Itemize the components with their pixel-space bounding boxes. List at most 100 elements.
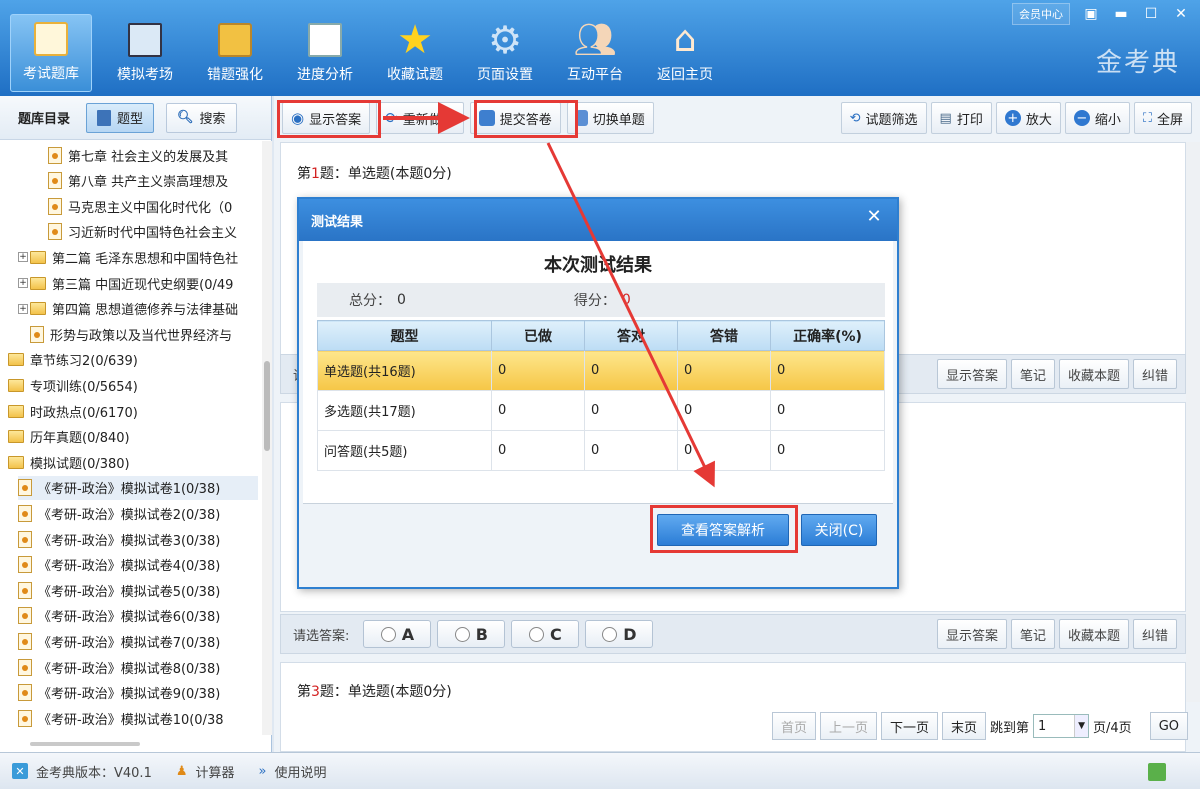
nav-item-2[interactable]: 错题强化 [190,14,280,92]
stats-icon[interactable] [1148,763,1166,781]
option-a-radio[interactable]: A [363,620,432,648]
submit-button[interactable]: 提交答卷 [469,102,561,134]
close-dialog-button[interactable]: 关闭(C) [801,514,877,546]
expand-icon[interactable]: + [18,303,28,314]
tree-item[interactable]: + 第二篇 毛泽东思想和中国特色社 [18,245,238,269]
nav-item-5[interactable]: ⚙ 页面设置 [460,14,550,92]
document-icon [18,607,32,625]
expand-icon[interactable]: + [18,252,28,263]
tree-item[interactable]: 马克思主义中国化时代化（0 [48,194,232,218]
lock-book-icon [215,20,255,60]
tree-item[interactable]: 章节练习2(0/639) [8,348,138,372]
tree-item[interactable]: 《考研-政治》模拟试卷2(0/38) [18,501,220,525]
tree-item[interactable]: 《考研-政治》模拟试卷4(0/38) [18,553,220,577]
go-button[interactable]: GO [1149,712,1188,740]
option-c-radio[interactable]: C [511,620,580,648]
fullscreen-icon: ⛶ [1142,110,1152,126]
tree-item[interactable]: 习近新时代中国特色社会主义 [48,220,237,244]
result-cell: 0 [770,390,885,431]
filter-button[interactable]: ⟲ 试题筛选 [840,102,927,134]
book-icon [97,109,112,126]
tree-item[interactable]: 《考研-政治》模拟试卷10(0/38 [18,706,224,730]
note-q1-button[interactable]: 笔记 [1010,359,1055,389]
note-q2-button[interactable]: 笔记 [1010,619,1055,649]
favorite-q2-button[interactable]: 收藏本题 [1058,619,1129,649]
result-row: 多选题(共17题) 0 0 0 0 [317,390,885,431]
nav-item-3[interactable]: 进度分析 [280,14,370,92]
page-select[interactable]: 1 ▼ [1033,714,1090,738]
document-icon [30,325,44,343]
option-b-radio[interactable]: B [437,620,506,648]
view-analysis-button[interactable]: 查看答案解析 [657,514,789,546]
dialog-close-icon[interactable]: ✕ [859,205,889,227]
tree-item[interactable]: 第八章 共产主义崇高理想及 [48,169,228,193]
next-page-button[interactable]: 下一页 [880,712,938,740]
show-answer-button[interactable]: ◉ 显示答案 [282,102,371,134]
nav-item-1[interactable]: 模拟考场 [100,14,190,92]
print-button[interactable]: ▤ 打印 [930,102,992,134]
report-error-q2-button[interactable]: 纠错 [1132,619,1177,649]
fullscreen-label: 全屏 [1156,112,1183,128]
tree-item[interactable]: 《考研-政治》模拟试卷7(0/38) [18,629,220,653]
calculator-button[interactable]: ♟ 计算器 [164,762,247,781]
tree-item[interactable]: 模拟试题(0/380) [8,450,130,474]
result-panel: 本次测试结果 总分： 0 得分： 0 题型 已做 答对 答错 正确率(%) 单选… [303,241,893,503]
tree-item[interactable]: 时政热点(0/6170) [8,399,138,423]
app-logo-icon: ✕ [12,763,28,779]
tree-scrollbar[interactable] [262,141,272,735]
favorite-q1-button[interactable]: 收藏本题 [1058,359,1129,389]
tree-item[interactable]: + 第三篇 中国近现代史纲要(0/49 [18,271,233,295]
type-view-button[interactable]: 题型 [86,102,155,133]
dialog-body: 本次测试结果 总分： 0 得分： 0 题型 已做 答对 答错 正确率(%) 单选… [299,241,897,587]
show-answer-q1-button[interactable]: 显示答案 [936,359,1007,389]
switch-single-button[interactable]: 切换单题 [566,102,654,134]
tree-item-label: 时政热点(0/6170) [30,405,138,421]
zoom-in-button[interactable]: + 放大 [995,102,1061,134]
tree-item[interactable]: 《考研-政治》模拟试卷6(0/38) [18,604,220,628]
tree-hscrollbar[interactable] [30,742,140,746]
tree-item[interactable]: 《考研-政治》模拟试卷5(0/38) [18,578,220,602]
nav-item-0[interactable]: 考试题库 [10,14,92,92]
folder-icon [8,353,24,367]
fullscreen-button[interactable]: ⛶ 全屏 [1133,102,1192,134]
tree-item[interactable]: 专项训练(0/5654) [8,373,138,397]
filter-icon: ⟲ [849,110,861,126]
nav-item-4[interactable]: ★ 收藏试题 [370,14,460,92]
tree-item[interactable]: 《考研-政治》模拟试卷1(0/38) [18,475,258,500]
last-page-button[interactable]: 末页 [942,712,987,740]
tree-item[interactable]: 《考研-政治》模拟试卷9(0/38) [18,681,220,705]
minimize-icon[interactable]: ▬ [1106,3,1136,25]
manual-link[interactable]: » 使用说明 [247,762,339,781]
show-answer-q2-button[interactable]: 显示答案 [936,619,1007,649]
result-table: 题型 已做 答对 答错 正确率(%) 单选题(共16题) 0 0 0 0 多选题(共17题… [317,320,885,471]
chevron-down-icon: ▼ [1074,715,1089,737]
tree-item[interactable]: 第七章 社会主义的发展及其 [48,143,228,167]
document-icon [48,223,62,241]
nav-item-7[interactable]: ⌂ 返回主页 [640,14,730,92]
tree-item[interactable]: + 第四篇 思想道德修养与法律基础 [18,297,238,321]
result-cell: 0 [677,350,771,391]
redo-button[interactable]: ⟳ 重新做题 [376,102,464,134]
maximize-icon[interactable]: ☐ [1136,3,1166,25]
search-button[interactable]: 🔍︎ 搜索 [166,102,237,133]
eye-icon: ◉ [291,109,305,127]
skin-icon[interactable]: ▣ [1076,3,1106,25]
report-error-q1-button[interactable]: 纠错 [1132,359,1177,389]
version-info: ✕ 金考典版本：V40.1 [0,762,164,781]
option-d-radio[interactable]: D [585,620,654,648]
folder-icon [30,276,46,290]
expand-icon[interactable]: + [18,278,28,288]
close-icon[interactable]: ✕ [1166,3,1196,25]
nav-item-6[interactable]: 👥︎ 互动平台 [550,14,640,92]
first-page-button[interactable]: 首页 [771,712,816,740]
tree-item[interactable]: 形势与政策以及当代世界经济与 [30,322,232,346]
radio-icon [454,626,470,642]
tree-item[interactable]: 历年真题(0/840) [8,425,130,449]
tree-item[interactable]: 《考研-政治》模拟试卷3(0/38) [18,527,220,551]
tree-item[interactable]: 《考研-政治》模拟试卷8(0/38) [18,655,220,679]
prev-page-button[interactable]: 上一页 [819,712,877,740]
zoom-out-button[interactable]: − 缩小 [1064,102,1130,134]
question-scrollbar[interactable] [1186,142,1200,702]
member-center-link[interactable]: 会员中心 [1012,3,1070,25]
page-total: 页/4页 [1093,720,1132,736]
